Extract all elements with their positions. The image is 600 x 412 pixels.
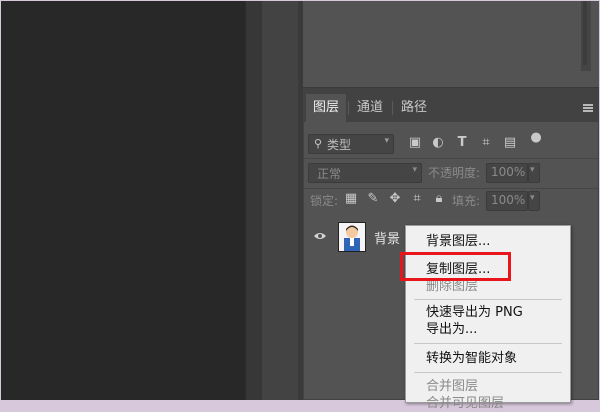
fill-dropdown[interactable]: ▾	[528, 191, 540, 211]
lock-transparency-icon[interactable]: ▦	[344, 192, 358, 206]
menu-item-quick-export-png[interactable]: 快速导出为 PNG	[426, 305, 523, 321]
menu-item-merge-layers[interactable]: 合并图层	[426, 379, 478, 395]
upper-panel	[303, 1, 599, 88]
smart-object-filter-icon[interactable]: ▤	[503, 136, 517, 150]
lock-pixels-brush-icon[interactable]: ✎	[366, 192, 380, 206]
panel-tabbar: 图层 通道 路径	[304, 94, 598, 122]
opacity-value: 100%	[491, 165, 526, 179]
lock-artboard-icon[interactable]: ⌗	[410, 192, 424, 206]
menu-separator	[414, 299, 562, 300]
opacity-field[interactable]: 100%	[486, 163, 528, 183]
chevron-down-icon: ▾	[530, 165, 535, 175]
lock-all-icon[interactable]: 🔒︎	[432, 192, 446, 206]
opacity-label: 不透明度:	[428, 166, 481, 180]
fill-field[interactable]: 100%	[486, 191, 528, 211]
chevron-down-icon: ▾	[412, 165, 417, 175]
document-canvas-area[interactable]	[1, 1, 245, 400]
fill-value: 100%	[491, 193, 526, 207]
panel-menu-icon[interactable]	[583, 104, 593, 112]
layer-name: 背景	[374, 232, 401, 247]
opacity-dropdown[interactable]: ▾	[528, 163, 540, 183]
menu-item-delete-layer[interactable]: 删除图层	[426, 279, 478, 295]
menu-item-background-layer[interactable]: 背景图层...	[426, 234, 490, 250]
text-filter-icon[interactable]: T	[455, 136, 469, 150]
chevron-down-icon: ▾	[530, 193, 535, 203]
annotation-highlight-box	[400, 252, 511, 281]
blend-mode-select[interactable]: 正常 ▾	[308, 163, 422, 183]
image-filter-icon[interactable]: ▣	[408, 136, 422, 150]
chevron-down-icon: ▾	[384, 136, 389, 146]
tab-separator	[392, 101, 393, 115]
upper-panel-scrollbar[interactable]	[583, 1, 587, 65]
tab-channels[interactable]: 通道	[350, 94, 390, 122]
filter-kind-label: 类型	[327, 138, 352, 152]
filter-kind-select[interactable]: ⚲ 类型 ▾	[308, 134, 394, 154]
divider	[304, 158, 598, 159]
blend-mode-value: 正常	[317, 167, 342, 181]
menu-separator	[414, 343, 562, 344]
fill-label: 填充:	[452, 194, 481, 208]
menu-item-convert-smart-object[interactable]: 转换为智能对象	[426, 351, 517, 367]
adjustment-filter-icon[interactable]: ◐	[431, 136, 445, 150]
tab-paths[interactable]: 路径	[394, 94, 434, 122]
lock-label: 锁定:	[310, 194, 339, 208]
menu-item-merge-visible[interactable]: 合并可见图层	[426, 396, 504, 412]
toolbar-gap	[262, 1, 298, 400]
layer-thumbnail	[338, 222, 366, 252]
lock-position-move-icon[interactable]: ✥	[388, 192, 402, 206]
divider	[304, 188, 598, 189]
shape-filter-icon[interactable]: ⌗	[479, 136, 493, 150]
menu-separator	[414, 372, 562, 373]
search-icon: ⚲	[313, 137, 323, 150]
canvas-scrollbar[interactable]	[245, 1, 262, 400]
menu-item-export-as[interactable]: 导出为...	[426, 322, 477, 338]
tab-separator	[348, 101, 349, 115]
eye-visibility-icon[interactable]	[313, 231, 327, 241]
tab-layers[interactable]: 图层	[306, 94, 346, 122]
filter-toggle-icon[interactable]: ●	[530, 131, 542, 145]
